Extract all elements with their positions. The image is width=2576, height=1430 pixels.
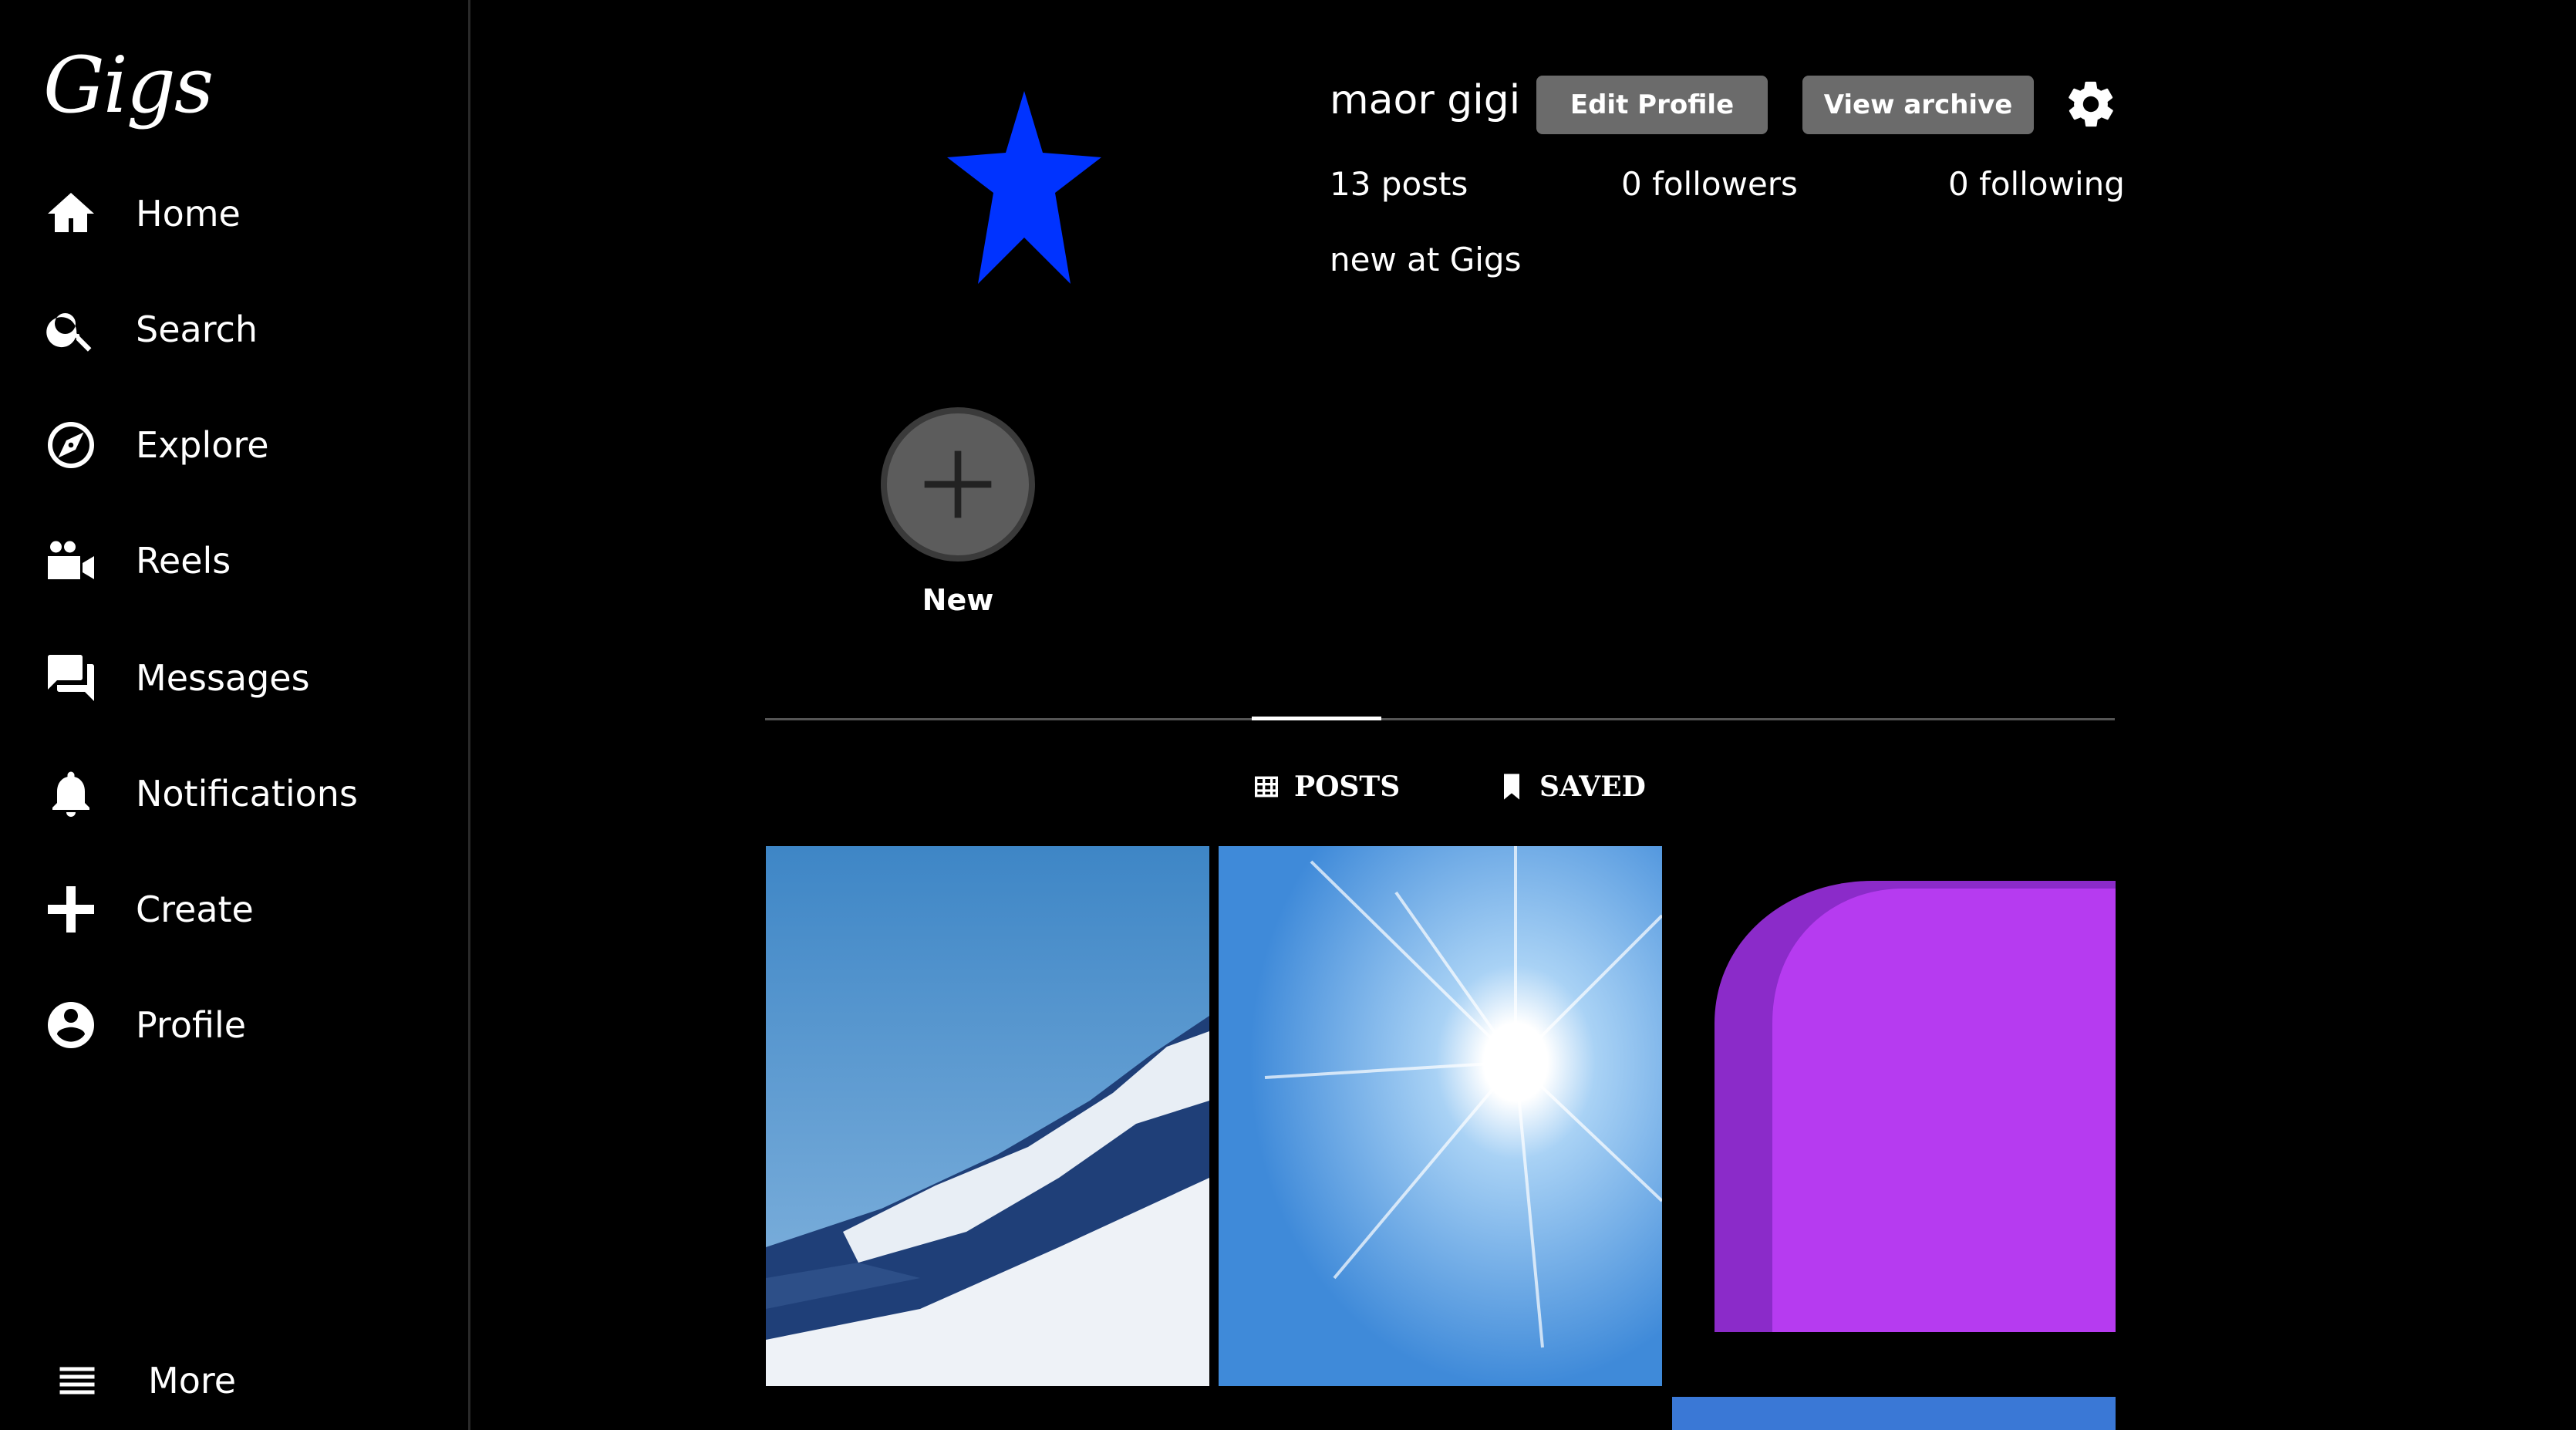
- followers-count[interactable]: 0 followers: [1621, 165, 1798, 203]
- plus-icon: [43, 882, 99, 937]
- active-tab-indicator: [1252, 717, 1381, 720]
- sidebar-item-profile[interactable]: Profile: [43, 983, 429, 1067]
- profile-username: maor gigi: [1330, 77, 1521, 123]
- post-thumbnail-partial[interactable]: [1672, 1397, 2116, 1430]
- video-camera-icon: [43, 533, 99, 589]
- view-archive-button[interactable]: View archive: [1802, 76, 2034, 134]
- edit-profile-button[interactable]: Edit Profile: [1536, 76, 1768, 134]
- new-highlight-label: New: [922, 583, 994, 617]
- following-count[interactable]: 0 following: [1948, 165, 2125, 203]
- menu-icon: [54, 1357, 100, 1404]
- profile-avatar-star[interactable]: [947, 91, 1101, 284]
- sidebar-item-label: Search: [136, 309, 258, 350]
- sidebar-item-label: Notifications: [136, 773, 358, 814]
- new-highlight-button[interactable]: [881, 407, 1035, 562]
- compass-icon: [43, 417, 99, 473]
- app-logo[interactable]: Gigs: [43, 40, 214, 130]
- tab-posts[interactable]: POSTS: [1251, 764, 1400, 810]
- sidebar-item-more[interactable]: More: [54, 1338, 236, 1423]
- sidebar-item-notifications[interactable]: Notifications: [43, 751, 429, 836]
- tab-saved[interactable]: SAVED: [1496, 764, 1646, 810]
- grid-icon: [1255, 776, 1278, 798]
- tab-saved-label: SAVED: [1539, 771, 1646, 803]
- post-thumbnail-purple-shape[interactable]: [1672, 846, 2116, 1386]
- sidebar-item-explore[interactable]: Explore: [43, 403, 429, 487]
- home-icon: [43, 186, 99, 241]
- sidebar-item-reels[interactable]: Reels: [43, 518, 429, 603]
- sidebar-item-search[interactable]: Search: [43, 287, 429, 372]
- account-circle-icon: [43, 997, 99, 1053]
- bell-icon: [43, 766, 99, 821]
- sidebar-item-messages[interactable]: Messages: [43, 636, 429, 720]
- bookmark-icon: [1504, 774, 1519, 800]
- search-icon: [43, 302, 99, 357]
- sidebar-item-label: Messages: [136, 657, 310, 699]
- plus-icon: [924, 450, 992, 518]
- chat-icon: [43, 650, 99, 706]
- sidebar-item-home[interactable]: Home: [43, 171, 429, 256]
- sidebar-item-label: More: [148, 1360, 237, 1401]
- sidebar-item-label: Create: [136, 889, 254, 930]
- gear-icon[interactable]: [2064, 77, 2118, 131]
- sidebar: Gigs Home Search Explore Reels Messages: [0, 0, 470, 1430]
- sidebar-item-label: Profile: [136, 1004, 247, 1046]
- posts-count: 13 posts: [1330, 165, 1468, 203]
- tabs-divider: [765, 718, 2115, 720]
- post-thumbnail-sun[interactable]: [1219, 846, 1662, 1386]
- sidebar-item-create[interactable]: Create: [43, 867, 429, 952]
- sidebar-item-label: Explore: [136, 424, 269, 466]
- tab-posts-label: POSTS: [1294, 771, 1401, 803]
- post-thumbnail-mountain[interactable]: [766, 846, 1209, 1386]
- sidebar-item-label: Home: [136, 193, 241, 234]
- sidebar-item-label: Reels: [136, 540, 231, 582]
- profile-bio: new at Gigs: [1330, 241, 1522, 278]
